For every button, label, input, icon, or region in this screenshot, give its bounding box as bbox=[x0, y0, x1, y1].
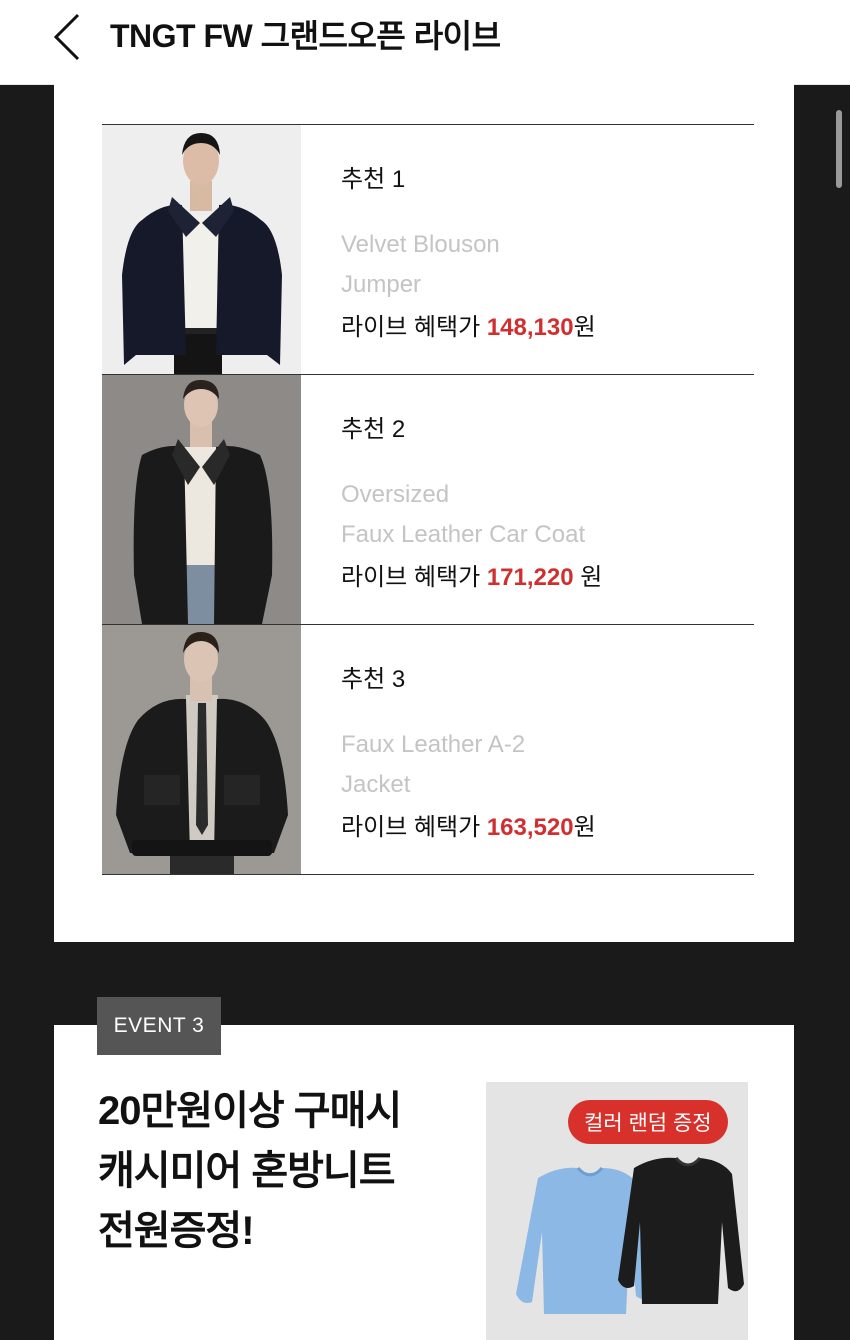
product-info: 추천 3 Faux Leather A-2 Jacket 라이브 혜택가 163… bbox=[301, 625, 754, 874]
product-name[interactable]: Velvet Blouson Jumper bbox=[341, 225, 641, 305]
event-headline-line: 캐시미어 혼방니트 bbox=[98, 1149, 396, 1193]
product-row[interactable]: 추천 3 Faux Leather A-2 Jacket 라이브 혜택가 163… bbox=[102, 624, 754, 875]
product-name[interactable]: Oversized Faux Leather Car Coat bbox=[341, 475, 641, 555]
live-price: 라이브 혜택가 148,130원 bbox=[341, 307, 596, 342]
live-price: 라이브 혜택가 163,520원 bbox=[341, 807, 596, 842]
product-info: 추천 2 Oversized Faux Leather Car Coat 라이브… bbox=[301, 375, 754, 624]
event-card: 20만원이상 구매시 캐시미어 혼방니트 전원증정! 컬러 랜덤 증정 bbox=[54, 1025, 794, 1340]
recommend-label: 추천 3 bbox=[341, 666, 406, 693]
chevron-left-icon bbox=[53, 13, 80, 61]
product-row[interactable]: 추천 2 Oversized Faux Leather Car Coat 라이브… bbox=[102, 374, 754, 624]
event-headline: 20만원이상 구매시 캐시미어 혼방니트 전원증정! bbox=[98, 1081, 478, 1261]
product-list: 추천 1 Velvet Blouson Jumper 라이브 혜택가 148,1… bbox=[102, 124, 754, 875]
page-title: TNGT FW 그랜드오픈 라이브 bbox=[110, 18, 501, 54]
live-price: 라이브 혜택가 171,220 원 bbox=[341, 557, 602, 592]
price-unit: 원 bbox=[573, 814, 596, 841]
recommend-label: 추천 2 bbox=[341, 416, 406, 443]
event-headline-line: 20만원이상 구매시 bbox=[98, 1089, 402, 1133]
product-image-velvet-blouson[interactable] bbox=[102, 125, 301, 374]
product-name-line: Velvet Blouson bbox=[341, 231, 500, 258]
event-tag: EVENT 3 bbox=[97, 997, 221, 1055]
price-prefix: 라이브 혜택가 bbox=[341, 314, 487, 341]
product-info: 추천 1 Velvet Blouson Jumper 라이브 혜택가 148,1… bbox=[301, 125, 754, 374]
price-value: 171,220 bbox=[486, 564, 574, 591]
product-row[interactable]: 추천 1 Velvet Blouson Jumper 라이브 혜택가 148,1… bbox=[102, 124, 754, 374]
price-value: 163,520 bbox=[486, 814, 574, 841]
gift-badge: 컬러 랜덤 증정 bbox=[568, 1100, 728, 1144]
price-unit: 원 bbox=[573, 564, 603, 591]
product-name[interactable]: Faux Leather A-2 Jacket bbox=[341, 725, 641, 805]
back-button[interactable] bbox=[40, 10, 94, 64]
product-name-line: Jacket bbox=[341, 771, 411, 798]
price-value: 148,130 bbox=[486, 314, 574, 341]
price-prefix: 라이브 혜택가 bbox=[341, 814, 487, 841]
product-image-car-coat[interactable] bbox=[102, 375, 301, 624]
product-name-line: Oversized bbox=[341, 481, 450, 508]
price-unit: 원 bbox=[573, 314, 596, 341]
event-headline-line: 전원증정! bbox=[98, 1209, 255, 1253]
product-name-line: Faux Leather Car Coat bbox=[341, 521, 586, 548]
price-prefix: 라이브 혜택가 bbox=[341, 564, 487, 591]
product-name-line: Faux Leather A-2 bbox=[341, 731, 526, 758]
gift-image[interactable]: 컬러 랜덤 증정 bbox=[486, 1082, 748, 1340]
product-image-a2-jacket[interactable] bbox=[102, 625, 301, 874]
scrollbar-thumb[interactable] bbox=[836, 110, 842, 188]
product-name-line: Jumper bbox=[341, 271, 422, 298]
recommended-products-card: 추천 1 Velvet Blouson Jumper 라이브 혜택가 148,1… bbox=[54, 84, 794, 942]
app-header: TNGT FW 그랜드오픈 라이브 bbox=[0, 0, 850, 85]
recommend-label: 추천 1 bbox=[341, 166, 406, 193]
